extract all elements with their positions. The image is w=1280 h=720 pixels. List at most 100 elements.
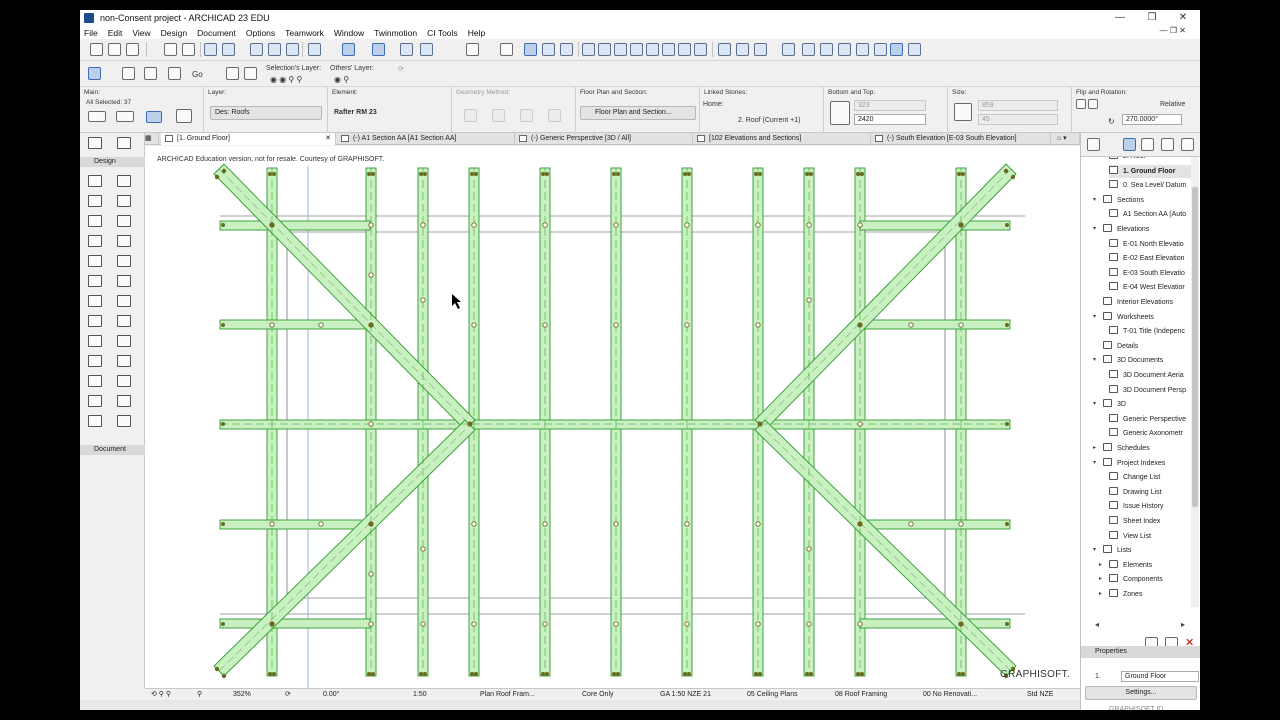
send-receive-icon[interactable] [126, 43, 139, 56]
navigator-item[interactable]: ▸ Elements [1099, 559, 1191, 572]
mesh-tool-icon[interactable] [88, 295, 102, 307]
scroll-right-icon[interactable]: ▸ [1181, 620, 1185, 629]
resize-icon[interactable] [662, 43, 675, 56]
trace-icon[interactable] [308, 43, 321, 56]
property-name-field[interactable]: Ground Floor [1121, 671, 1199, 682]
tab-overflow-icon[interactable]: ⌂ ▾ [1051, 133, 1080, 145]
find-select-icon[interactable] [856, 43, 869, 56]
layers-icon[interactable] [108, 43, 121, 56]
view-map-icon[interactable] [1141, 138, 1154, 151]
document-header[interactable]: Document [80, 445, 145, 455]
wall-tool-icon[interactable] [88, 175, 102, 187]
top-field[interactable]: 2420 [854, 114, 926, 125]
menu-ci-tools[interactable]: CI Tools [427, 28, 458, 38]
navigator-item[interactable]: 2. Roof [1109, 157, 1191, 163]
print-icon[interactable] [168, 67, 181, 80]
menu-edit[interactable]: Edit [108, 28, 123, 38]
project-map-tree[interactable]: 2. Roof 1. Ground Floor 0. Sea Level/ Datu… [1081, 157, 1191, 607]
tab-elevations-sections[interactable]: [102 Elevations and Sections] [693, 133, 871, 145]
suspend-groups-icon[interactable] [420, 43, 433, 56]
rotate-icon[interactable] [146, 111, 162, 123]
shell-tool-icon[interactable] [88, 275, 102, 287]
group-icon[interactable] [524, 43, 537, 56]
grid-snap-icon[interactable] [400, 43, 413, 56]
schedule-icon[interactable] [718, 43, 731, 56]
chevron-right-icon[interactable]: ▸ [1093, 442, 1096, 455]
navigator-item[interactable]: ▾ 3D Documents [1093, 354, 1191, 367]
minimize-icon[interactable]: — [1105, 10, 1135, 26]
roof-framing-drawing[interactable] [145, 146, 1080, 688]
stacked-icon[interactable] [890, 43, 903, 56]
scroll-left-icon[interactable]: ◂ [1095, 620, 1099, 629]
bottom-field[interactable]: 323 [854, 100, 926, 111]
pencil-icon[interactable] [286, 43, 299, 56]
chevron-down-icon[interactable]: ▾ [1093, 354, 1096, 367]
grid-view-icon[interactable] [908, 43, 921, 56]
navigator-item[interactable]: ▾ Worksheets [1093, 311, 1191, 324]
navigator-item[interactable]: ▾ Sections [1093, 194, 1191, 207]
slab-tool-icon[interactable] [88, 235, 102, 247]
display-icon[interactable] [144, 67, 157, 80]
roof-tool-icon[interactable] [117, 235, 131, 247]
chevron-down-icon[interactable]: ▾ [1093, 194, 1096, 207]
properties-header[interactable]: Properties [1081, 646, 1200, 658]
polyline-tool-icon[interactable] [88, 395, 102, 407]
navigator-item[interactable]: 3D Document Aeria [1109, 369, 1191, 382]
chevron-down-icon[interactable]: ▾ [1093, 398, 1096, 411]
favorites-icon[interactable] [782, 43, 795, 56]
floor-plan-canvas[interactable]: ARCHICAD Education version, not for resa… [145, 146, 1080, 688]
column-tool-icon[interactable] [88, 215, 102, 227]
navigator-item[interactable]: ▾ Lists [1093, 544, 1191, 557]
navigator-item[interactable]: ▾ Project Indexes [1093, 457, 1191, 470]
navigator-item[interactable]: E-04 West Elevatior [1109, 281, 1191, 294]
object-tool-icon[interactable] [117, 315, 131, 327]
chevron-right-icon[interactable]: ▸ [1099, 573, 1102, 586]
selections-layer-toggles[interactable]: ◉ ◉ ⚲ ⚲ [270, 75, 302, 84]
navigator-item[interactable]: E-01 North Elevatio [1109, 238, 1191, 251]
mark-up-icon[interactable] [838, 43, 851, 56]
edit-icon[interactable] [694, 43, 707, 56]
navigator-item[interactable]: E-02 East Elevation [1109, 252, 1191, 265]
layer-dropdown[interactable]: Des: Roofs [210, 106, 322, 120]
navigator-item[interactable]: 0. Sea Level/ Datum [1109, 179, 1191, 192]
navigator-item[interactable]: ▾ Elevations [1093, 223, 1191, 236]
home-icon[interactable] [678, 43, 691, 56]
publish-icon[interactable] [736, 43, 749, 56]
eye-icon[interactable] [226, 67, 239, 80]
navigator-item[interactable]: Issue History [1109, 500, 1191, 513]
split-icon[interactable] [598, 43, 611, 56]
geometry-trapezoid-icon[interactable] [520, 109, 533, 122]
measure-icon[interactable] [820, 43, 833, 56]
home-story-value[interactable]: 2. Roof (Current +1) [738, 117, 800, 124]
redo-icon[interactable] [182, 43, 195, 56]
navigator-item[interactable]: Generic Axonometr [1109, 427, 1191, 440]
close-icon[interactable]: ✕ [1168, 10, 1198, 26]
star-icon[interactable] [802, 43, 815, 56]
navigator-item[interactable]: ▸ Components [1099, 573, 1191, 586]
navigator-item[interactable]: Interior Elevations [1103, 296, 1191, 309]
window-tool-icon[interactable] [88, 195, 102, 207]
stair-alt-tool-icon[interactable] [117, 335, 131, 347]
geometry-poly-icon[interactable] [548, 109, 561, 122]
go-label[interactable]: Go [192, 70, 203, 79]
geometry-straight-icon[interactable] [464, 109, 477, 122]
pick-up-icon[interactable] [176, 109, 192, 123]
chevron-down-icon[interactable]: ▾ [1093, 544, 1096, 557]
magic-wand-icon[interactable] [222, 43, 235, 56]
navigator-item[interactable]: ▸ Zones [1099, 588, 1191, 601]
fillet-icon[interactable] [646, 43, 659, 56]
snap-guides-icon[interactable] [372, 43, 385, 56]
chevron-down-icon[interactable]: ▾ [1093, 223, 1096, 236]
navigator-item[interactable]: A1 Section AA (Auto [1109, 208, 1191, 221]
lock-icon[interactable] [500, 43, 513, 56]
door-tool-icon[interactable] [117, 175, 131, 187]
element-info-icon[interactable] [874, 43, 887, 56]
menu-window[interactable]: Window [334, 28, 364, 38]
view-mode-icon[interactable] [88, 67, 101, 80]
navigator-item[interactable]: ▸ Schedules [1093, 442, 1191, 455]
geometry-curved-icon[interactable] [492, 109, 505, 122]
morph-tool-icon[interactable] [117, 275, 131, 287]
chevron-down-icon[interactable]: ▾ [1093, 457, 1096, 470]
rotation-angle-field[interactable]: 270.0000° [1122, 114, 1182, 125]
tab-ground-floor[interactable]: [1. Ground Floor] ✕ [161, 133, 336, 145]
